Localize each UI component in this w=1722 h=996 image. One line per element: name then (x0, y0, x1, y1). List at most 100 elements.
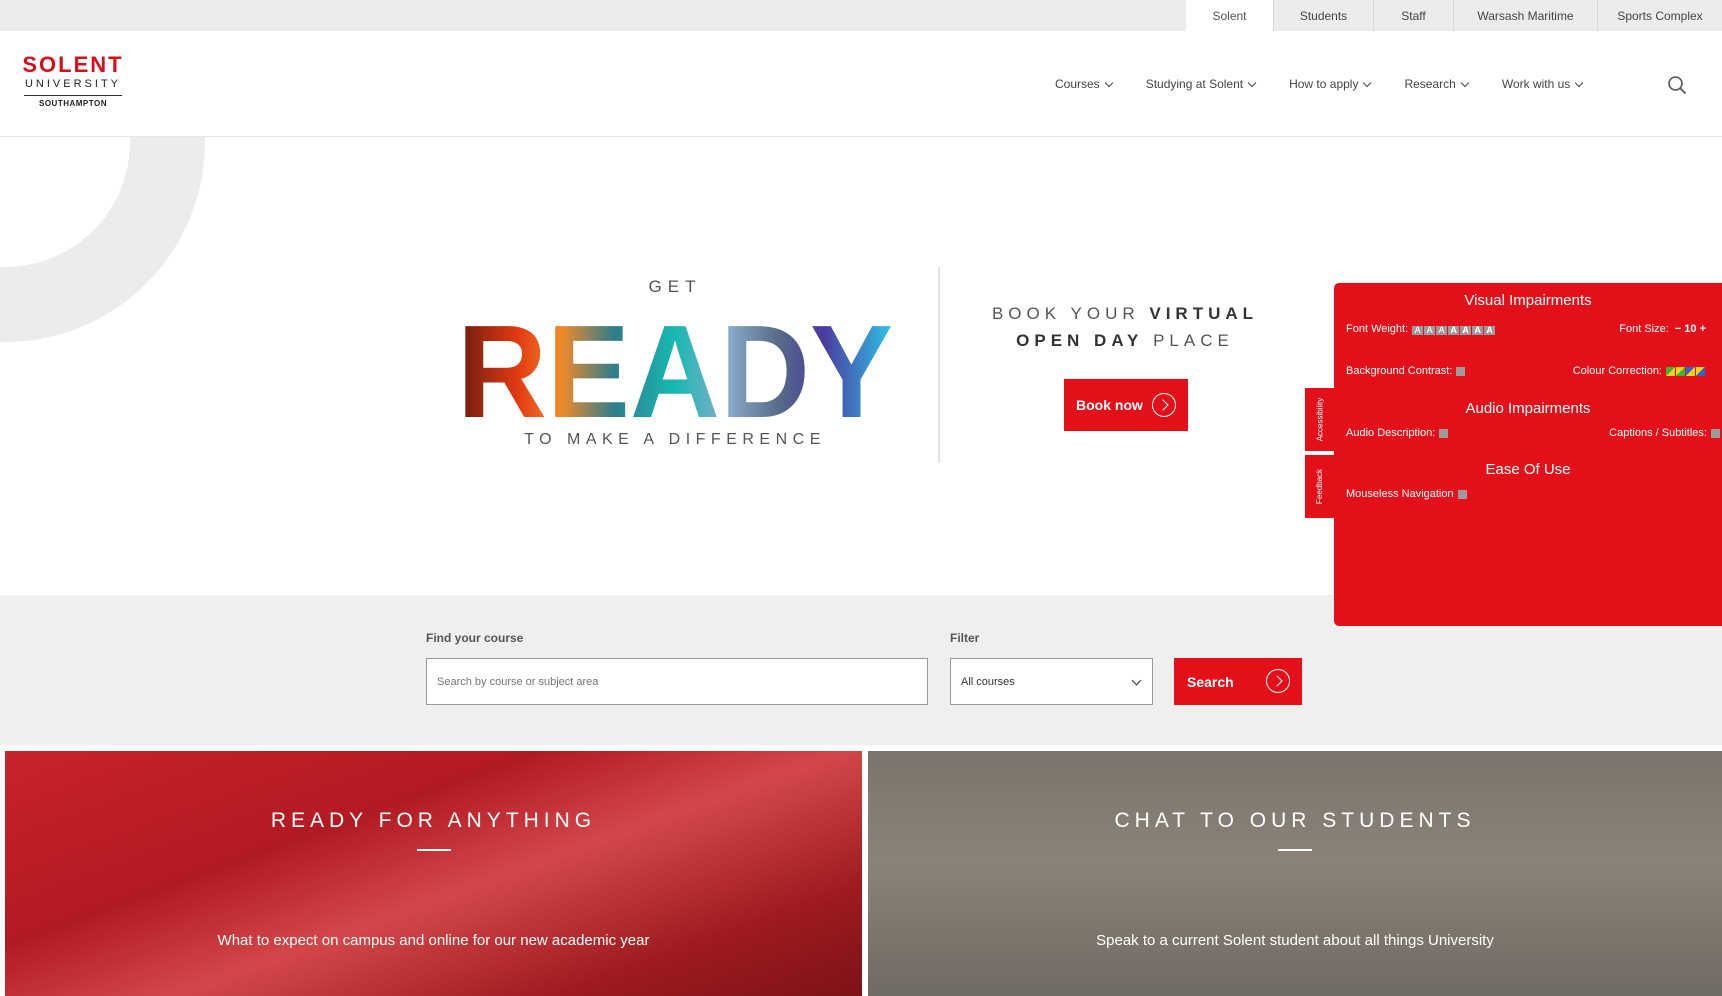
nav-research[interactable]: Research (1404, 77, 1470, 91)
captions-label: Captions / Subtitles: (1609, 427, 1707, 439)
colour-correction-label: Colour Correction: (1572, 365, 1662, 377)
utility-tab-students[interactable]: Students (1273, 0, 1373, 31)
title-underline (1278, 849, 1312, 851)
utility-bar: Solent Students Staff Warsash Maritime S… (0, 0, 1722, 31)
tab-label: Feedback (1315, 468, 1325, 505)
hero-tagline: TO MAKE A DIFFERENCE (524, 431, 826, 448)
utility-tab-solent[interactable]: Solent (1186, 0, 1273, 31)
feedback-tab[interactable]: Feedback (1305, 455, 1334, 518)
arrow-circle-icon (1266, 669, 1290, 693)
font-size-row: Font Size: − 10 + (1619, 323, 1706, 335)
colour-swatch-4[interactable] (1696, 366, 1705, 376)
font-weight-1[interactable]: A (1412, 323, 1424, 335)
chevron-down-icon (1131, 675, 1142, 686)
font-weight-7[interactable]: A (1484, 323, 1496, 335)
mouseless-navigation-checkbox[interactable] (1457, 489, 1467, 499)
logo-line-southampton: SOUTHAMPTON (38, 99, 108, 108)
promo-subtitle: What to expect on campus and online for … (217, 932, 650, 949)
nav-how-to-apply[interactable]: How to apply (1289, 77, 1372, 91)
book-now-button[interactable]: Book now (1064, 379, 1188, 431)
font-weight-row: Font Weight: A A A A A A A (1346, 323, 1496, 335)
accessibility-tab[interactable]: Accessibility (1305, 388, 1334, 451)
promo-card-chat[interactable]: CHAT TO OUR STUDENTS Speak to a current … (868, 751, 1722, 996)
promo-subtitle: Speak to a current Solent student about … (1096, 932, 1494, 949)
search-button-label: Search (1187, 673, 1234, 690)
nav-label: Work with us (1501, 77, 1571, 91)
colour-swatch-3[interactable] (1686, 366, 1695, 376)
book-line-2: OPEN DAY PLACE (960, 331, 1290, 351)
book-line-2-post: PLACE (1143, 331, 1234, 350)
site-header: SOLENT UNIVERSITY SOUTHAMPTON Courses St… (0, 31, 1722, 137)
background-contrast-checkbox[interactable] (1456, 366, 1466, 376)
book-line-1-bold: VIRTUAL (1149, 304, 1259, 323)
audio-description-checkbox[interactable] (1439, 428, 1449, 438)
colour-swatch-2[interactable] (1676, 366, 1685, 376)
ready-graphic: READY (457, 307, 893, 422)
mouseless-navigation-label: Mouseless Navigation (1346, 488, 1454, 500)
nav-courses[interactable]: Courses (1055, 77, 1113, 91)
background-contrast-label: Background Contrast: (1346, 365, 1453, 377)
font-weight-options: A A A A A A A (1412, 323, 1496, 335)
hero-divider (938, 267, 940, 463)
nav-label: Courses (1055, 77, 1100, 91)
colour-correction-row: Colour Correction: (1573, 365, 1706, 377)
font-weight-label: Font Weight: (1346, 323, 1409, 335)
promo-title: READY FOR ANYTHING (270, 809, 597, 832)
font-size-control[interactable]: − 10 + (1675, 323, 1706, 335)
utility-tabs: Solent Students Staff Warsash Maritime S… (1186, 0, 1722, 31)
nav-label: Studying at Solent (1145, 77, 1244, 91)
main-nav: Courses Studying at Solent How to apply … (1055, 31, 1616, 137)
arrow-circle-icon (1152, 393, 1176, 417)
book-line-2-bold: OPEN DAY (1016, 331, 1144, 350)
font-weight-4[interactable]: A (1448, 323, 1460, 335)
chevron-down-icon (1575, 78, 1584, 87)
promo-title: CHAT TO OUR STUDENTS (1114, 809, 1476, 832)
utility-tab-staff[interactable]: Staff (1373, 0, 1453, 31)
logo-rule (24, 95, 122, 96)
book-line-1-pre: BOOK YOUR (991, 304, 1150, 323)
chevron-down-icon (1363, 78, 1372, 87)
filter-select[interactable]: All courses (950, 658, 1153, 705)
book-now-label: Book now (1076, 397, 1143, 413)
captions-checkbox[interactable] (1711, 428, 1720, 438)
filter-label: Filter (950, 631, 980, 645)
find-course-label: Find your course (426, 631, 524, 645)
course-search-input[interactable] (426, 658, 928, 705)
hero-get: GET (648, 277, 702, 296)
book-line-1: BOOK YOUR VIRTUAL (960, 304, 1290, 324)
utility-tab-warsash-maritime[interactable]: Warsash Maritime (1453, 0, 1597, 31)
visual-impairments-heading: Visual Impairments (1464, 292, 1592, 309)
background-contrast-row: Background Contrast: (1346, 365, 1466, 377)
nav-label: Research (1404, 77, 1456, 91)
logo-line-solent: SOLENT (22, 52, 124, 77)
title-underline (416, 849, 451, 851)
captions-row: Captions / Subtitles: (1609, 427, 1720, 439)
nav-studying-at-solent[interactable]: Studying at Solent (1145, 77, 1257, 91)
audio-impairments-heading: Audio Impairments (1465, 400, 1591, 417)
promo-card-ready[interactable]: READY FOR ANYTHING What to expect on cam… (5, 751, 862, 996)
utility-tab-sports-complex[interactable]: Sports Complex (1597, 0, 1722, 31)
nav-label: How to apply (1289, 77, 1359, 91)
chevron-down-icon (1104, 78, 1113, 87)
tab-label: Accessibility (1315, 397, 1325, 442)
logo-line-university: UNIVERSITY (24, 78, 121, 90)
filter-value: All courses (961, 675, 1015, 688)
chevron-down-icon (1460, 78, 1470, 87)
chevron-down-icon (1247, 78, 1257, 87)
font-weight-6[interactable]: A (1472, 323, 1484, 335)
mouseless-navigation-row: Mouseless Navigation (1346, 488, 1467, 500)
font-size-label: Font Size: (1619, 323, 1669, 335)
font-weight-3[interactable]: A (1436, 323, 1448, 335)
ready-word: READY (457, 307, 893, 422)
font-weight-5[interactable]: A (1460, 323, 1472, 335)
colour-swatch-1[interactable] (1666, 366, 1675, 376)
audio-description-row: Audio Description: (1346, 427, 1449, 439)
ease-of-use-heading: Ease Of Use (1485, 461, 1571, 478)
accessibility-panel: Visual Impairments Font Weight: A A A A … (1334, 283, 1722, 626)
decorative-arc (0, 137, 205, 342)
solent-logo[interactable]: SOLENT UNIVERSITY SOUTHAMPTON (20, 54, 126, 108)
search-icon[interactable] (1667, 75, 1687, 95)
course-search-button[interactable]: Search (1174, 658, 1302, 705)
nav-work-with-us[interactable]: Work with us (1501, 77, 1584, 91)
font-weight-2[interactable]: A (1424, 323, 1436, 335)
